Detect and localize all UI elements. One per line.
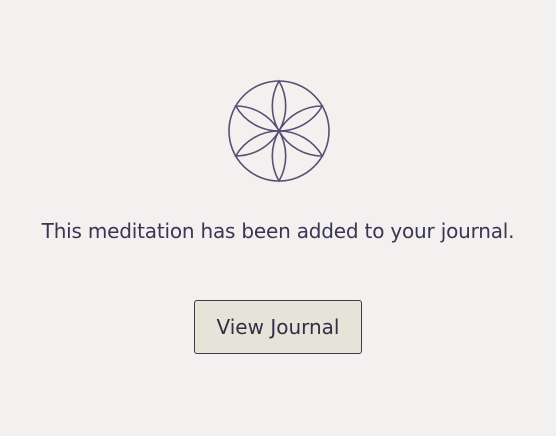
journal-confirmation-screen: This meditation has been added to your j…	[0, 0, 556, 436]
flower-of-life-icon	[228, 79, 330, 183]
view-journal-button[interactable]: View Journal	[194, 300, 362, 354]
confirmation-message: This meditation has been added to your j…	[41, 219, 515, 243]
view-journal-button-label: View Journal	[216, 315, 340, 339]
